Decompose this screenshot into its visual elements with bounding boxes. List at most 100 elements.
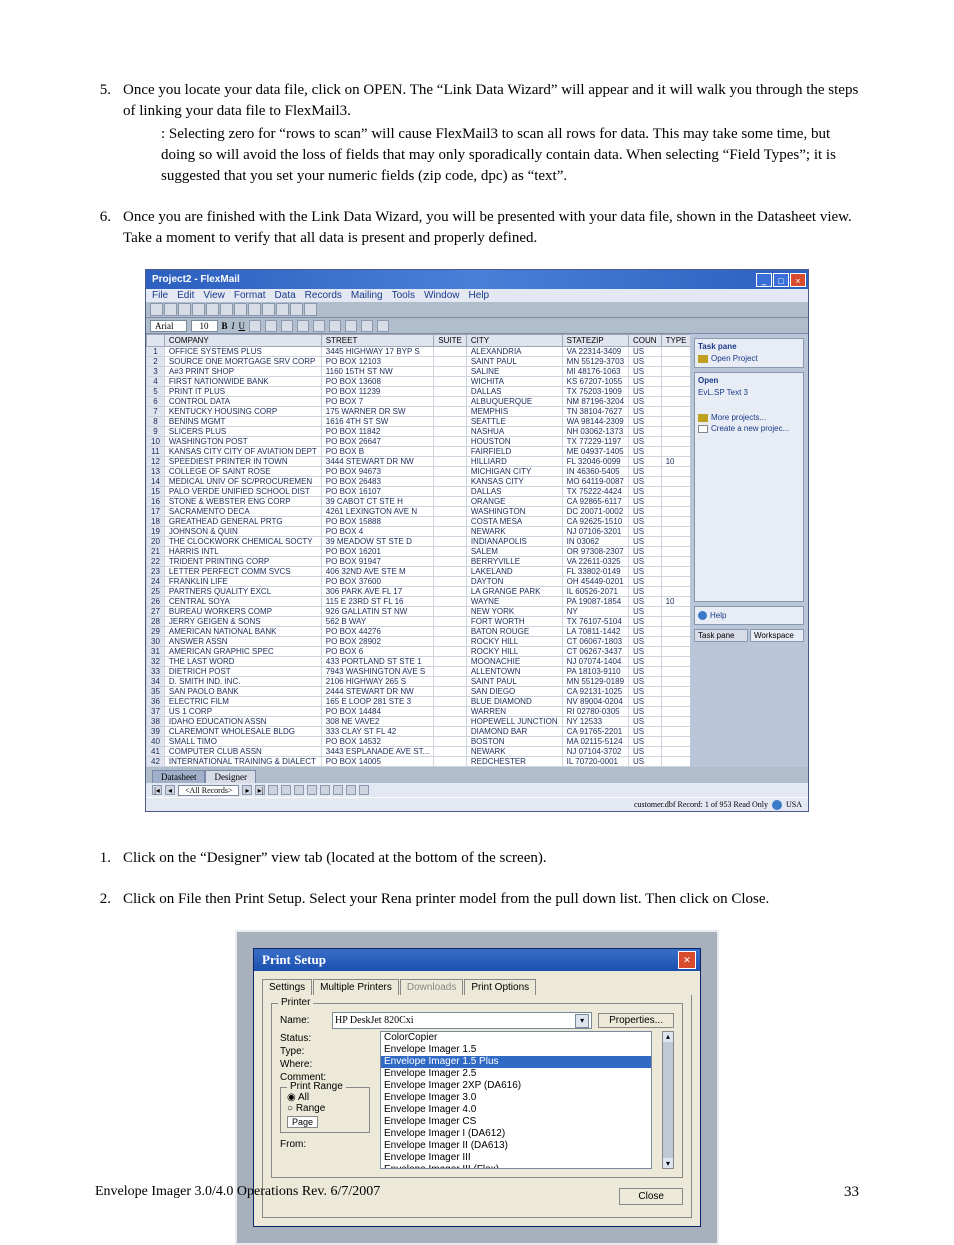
col-header[interactable]: COMPANY [164,335,321,347]
printer-dropdown-list[interactable]: ColorCopierEnvelope Imager 1.5 Envelope I… [380,1031,652,1169]
toolbar-icon[interactable] [220,303,233,316]
toolbar-icon[interactable] [276,303,289,316]
datasheet-grid[interactable]: COMPANYSTREETSUITECITYSTATEZIPCOUNTYPE 1… [146,334,690,767]
col-header[interactable]: TYPE [661,335,690,347]
table-row[interactable]: 42INTERNATIONAL TRAINING & DIALECTPO BOX… [147,757,691,767]
table-row[interactable]: 35SAN PAOLO BANK2444 STEWART DR NWSAN DI… [147,687,691,697]
help-link[interactable]: Help [698,610,800,621]
printer-option[interactable]: Envelope Imager III (Flex) [381,1164,651,1169]
maximize-button[interactable]: □ [773,273,789,287]
menu-help[interactable]: Help [469,290,490,301]
nav-icon[interactable] [320,785,330,795]
printer-option[interactable]: Envelope Imager 1.5 [381,1044,651,1056]
toolbar-icon[interactable] [234,303,247,316]
toolbar-icon[interactable] [290,303,303,316]
designer-tab[interactable]: Designer [205,770,256,783]
table-row[interactable]: 25PARTNERS QUALITY EXCL306 PARK AVE FL 1… [147,587,691,597]
toolbar-icon[interactable] [265,320,277,332]
col-header[interactable]: STREET [321,335,433,347]
radio-range[interactable]: ○ [287,1103,296,1114]
printer-option[interactable]: Envelope Imager II (DA613) [381,1140,651,1152]
table-row[interactable]: 11KANSAS CITY CITY OF AVIATION DEPTPO BO… [147,447,691,457]
table-row[interactable]: 2SOURCE ONE MORTGAGE SRV CORPPO BOX 1210… [147,357,691,367]
toolbar-icon[interactable] [304,303,317,316]
table-row[interactable]: 5PRINT IT PLUSPO BOX 11239DALLASTX 75203… [147,387,691,397]
dialog-close-button[interactable]: × [678,951,696,969]
table-row[interactable]: 9SLICERS PLUSPO BOX 11842NASHUANH 03062-… [147,427,691,437]
printer-option[interactable]: Envelope Imager 4.0 [381,1104,651,1116]
underline-icon[interactable]: U [239,321,246,331]
menu-records[interactable]: Records [305,290,342,301]
font-select[interactable]: Arial [150,320,187,332]
col-header[interactable]: CITY [466,335,562,347]
nav-icon[interactable] [268,785,278,795]
workspace-tab[interactable]: Workspace [750,629,804,642]
minimize-button[interactable]: _ [756,273,772,287]
toolbar-icon[interactable] [164,303,177,316]
table-row[interactable]: 21HARRIS INTLPO BOX 16201SALEMOR 97308-2… [147,547,691,557]
menu-format[interactable]: Format [234,290,266,301]
page-input[interactable]: Page [287,1116,318,1128]
printer-option[interactable]: Envelope Imager 2.5 [381,1068,651,1080]
nav-icon[interactable] [359,785,369,795]
table-row[interactable]: 26CENTRAL SOYA115 E 23RD ST FL 16WAYNEPA… [147,597,691,607]
table-row[interactable]: 17SACRAMENTO DECA4261 LEXINGTON AVE NWAS… [147,507,691,517]
table-row[interactable]: 16STONE & WEBSTER ENG CORP39 CABOT CT ST… [147,497,691,507]
menu-tools[interactable]: Tools [392,290,415,301]
toolbar-icon[interactable] [150,303,163,316]
open-project-link[interactable]: Open Project [698,353,800,364]
table-row[interactable]: 24FRANKLIN LIFEPO BOX 37600DAYTONOH 4544… [147,577,691,587]
printer-option[interactable]: ColorCopier [381,1032,651,1044]
scrollbar[interactable]: ▴▾ [662,1031,674,1169]
printer-select[interactable]: HP DeskJet 820Cxi ▾ [332,1012,592,1029]
tab-print-options[interactable]: Print Options [464,979,536,995]
table-row[interactable]: 30ANSWER ASSNPO BOX 28902ROCKY HILLCT 06… [147,637,691,647]
dropdown-arrow-icon[interactable]: ▾ [575,1014,589,1028]
printer-option[interactable]: Envelope Imager III [381,1152,651,1164]
printer-option[interactable]: Envelope Imager 3.0 [381,1092,651,1104]
table-row[interactable]: 1OFFICE SYSTEMS PLUS3445 HIGHWAY 17 BYP … [147,347,691,357]
table-row[interactable]: 18GREATHEAD GENERAL PRTGPO BOX 15888COST… [147,517,691,527]
menu-view[interactable]: View [203,290,225,301]
toolbar-icon[interactable] [297,320,309,332]
table-row[interactable]: 22TRIDENT PRINTING CORPPO BOX 91947BERRY… [147,557,691,567]
table-row[interactable]: 29AMERICAN NATIONAL BANKPO BOX 44276BATO… [147,627,691,637]
table-row[interactable]: 38IDAHO EDUCATION ASSN308 NE VAVE2HOPEWE… [147,717,691,727]
menubar[interactable]: File Edit View Format Data Records Maili… [146,289,808,302]
menu-window[interactable]: Window [424,290,460,301]
taskpane-tab[interactable]: Task pane [694,629,748,642]
recent-project[interactable]: EvL.SP Text 3 [698,387,800,398]
printer-option[interactable]: Envelope Imager I (DA612) [381,1128,651,1140]
size-select[interactable]: 10 [191,320,218,332]
toolbar-icon[interactable] [192,303,205,316]
menu-mailing[interactable]: Mailing [351,290,383,301]
toolbar-icon[interactable] [249,320,261,332]
nav-first[interactable]: |◂ [152,785,162,795]
table-row[interactable]: 34D. SMITH IND. INC.2106 HIGHWAY 265 SSA… [147,677,691,687]
col-header[interactable]: SUITE [434,335,467,347]
table-row[interactable]: 37US 1 CORPPO BOX 14484WARRENRI 02780-03… [147,707,691,717]
table-row[interactable]: 19JOHNSON & QUINPO BOX 4NEWARKNJ 07106-3… [147,527,691,537]
toolbar-icon[interactable] [361,320,373,332]
table-row[interactable]: 15PALO VERDE UNIFIED SCHOOL DISTPO BOX 1… [147,487,691,497]
bold-icon[interactable]: B [222,321,228,331]
record-selector[interactable]: <All Records> [178,785,239,796]
toolbar-icon[interactable] [377,320,389,332]
menu-edit[interactable]: Edit [177,290,194,301]
table-row[interactable]: 28JERRY GEIGEN & SONS562 B WAYFORT WORTH… [147,617,691,627]
nav-icon[interactable] [307,785,317,795]
table-row[interactable]: 39CLAREMONT WHOLESALE BLDG333 CLAY ST FL… [147,727,691,737]
nav-icon[interactable] [294,785,304,795]
nav-icon[interactable] [333,785,343,795]
toolbar-icon[interactable] [329,320,341,332]
nav-last[interactable]: ▸| [255,785,265,795]
nav-prev[interactable]: ◂ [165,785,175,795]
table-row[interactable]: 7KENTUCKY HOUSING CORP175 WARNER DR SWME… [147,407,691,417]
create-project[interactable]: Create a new projec... [698,423,800,434]
table-row[interactable]: 41COMPUTER CLUB ASSN3443 ESPLANADE AVE S… [147,747,691,757]
toolbar-icon[interactable] [206,303,219,316]
table-row[interactable]: 8BENINS MGMT1616 4TH ST SWSEATTLEWA 9814… [147,417,691,427]
nav-icon[interactable] [346,785,356,795]
italic-icon[interactable]: I [232,321,235,331]
tab-multiple-printers[interactable]: Multiple Printers [313,979,399,995]
